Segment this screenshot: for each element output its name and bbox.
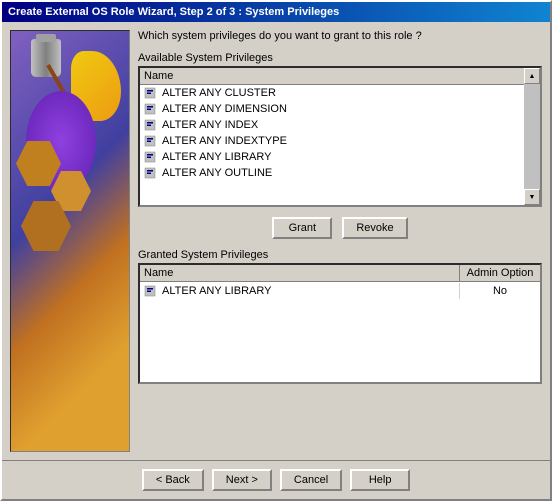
privilege-icon-1 [144, 102, 158, 116]
back-button[interactable]: < Back [142, 469, 204, 491]
granted-icon-0 [144, 284, 158, 298]
available-list-header: Name [140, 68, 540, 85]
available-section-label: Available System Privileges [138, 52, 542, 64]
available-item-5[interactable]: ALTER ANY OUTLINE [140, 165, 524, 181]
available-item-4[interactable]: ALTER ANY LIBRARY [140, 149, 524, 165]
right-panel: Which system privileges do you want to g… [138, 30, 542, 452]
granted-col-name: Name [140, 265, 460, 281]
available-list-body[interactable]: ALTER ANY CLUSTER ALTER ANY DIMENSION [140, 85, 540, 205]
privilege-icon-0 [144, 86, 158, 100]
available-item-text-5: ALTER ANY OUTLINE [162, 167, 520, 179]
available-col-name: Name [144, 70, 536, 82]
help-button[interactable]: Help [350, 469, 410, 491]
available-item-text-3: ALTER ANY INDEXTYPE [162, 135, 520, 147]
available-scrollbar[interactable]: ▲ ▼ [524, 68, 540, 205]
available-item-0[interactable]: ALTER ANY CLUSTER [140, 85, 524, 101]
granted-col-admin: Admin Option [460, 265, 540, 281]
dialog-body: Which system privileges do you want to g… [2, 22, 550, 460]
granted-list-body[interactable]: ALTER ANY LIBRARY No [140, 282, 540, 382]
question-text: Which system privileges do you want to g… [138, 30, 542, 42]
available-item-3[interactable]: ALTER ANY INDEXTYPE [140, 133, 524, 149]
granted-section-label: Granted System Privileges [138, 249, 542, 261]
granted-section: Granted System Privileges Name Admin Opt… [138, 249, 542, 384]
available-item-2[interactable]: ALTER ANY INDEX [140, 117, 524, 133]
privilege-icon-4 [144, 150, 158, 164]
next-button[interactable]: Next > [212, 469, 272, 491]
revoke-button[interactable]: Revoke [342, 217, 407, 239]
privilege-icon-3 [144, 134, 158, 148]
title-bar: Create External OS Role Wizard, Step 2 o… [2, 2, 550, 22]
granted-item-admin-0: No [460, 284, 540, 298]
available-item-text-2: ALTER ANY INDEX [162, 119, 520, 131]
granted-list-header: Name Admin Option [140, 265, 540, 282]
cancel-button[interactable]: Cancel [280, 469, 342, 491]
granted-item-text-0: ALTER ANY LIBRARY [162, 285, 271, 297]
grant-button[interactable]: Grant [272, 217, 332, 239]
granted-list-container: Name Admin Option ALTER ANY LIBRARY No [138, 263, 542, 384]
available-section: Available System Privileges Name ALTER A… [138, 52, 542, 207]
left-panel-art [10, 30, 130, 452]
art-background [11, 31, 129, 451]
available-list-container: Name ALTER ANY CLUSTER [138, 66, 542, 207]
privilege-icon-5 [144, 166, 158, 180]
privilege-icon-2 [144, 118, 158, 132]
scroll-track [524, 84, 540, 189]
available-item-text-0: ALTER ANY CLUSTER [162, 87, 520, 99]
available-item-text-4: ALTER ANY LIBRARY [162, 151, 520, 163]
art-can [31, 39, 61, 77]
scroll-down-btn[interactable]: ▼ [524, 189, 540, 205]
bottom-buttons: < Back Next > Cancel Help [2, 460, 550, 499]
available-item-text-1: ALTER ANY DIMENSION [162, 103, 520, 115]
title-text: Create External OS Role Wizard, Step 2 o… [8, 6, 339, 18]
granted-row-name-0: ALTER ANY LIBRARY [140, 283, 460, 299]
available-item-1[interactable]: ALTER ANY DIMENSION [140, 101, 524, 117]
granted-row-0[interactable]: ALTER ANY LIBRARY No [140, 282, 540, 300]
grant-revoke-row: Grant Revoke [138, 213, 542, 243]
scroll-up-btn[interactable]: ▲ [524, 68, 540, 84]
dialog-window: Create External OS Role Wizard, Step 2 o… [0, 0, 552, 501]
